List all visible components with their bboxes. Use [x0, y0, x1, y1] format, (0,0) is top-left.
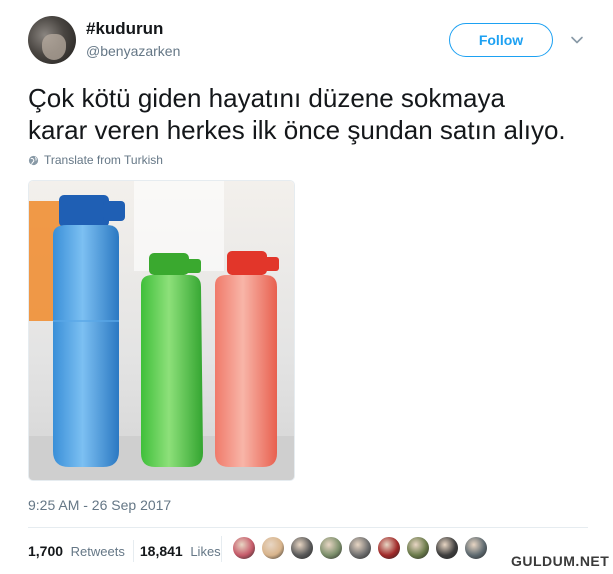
- stat-divider: [132, 540, 134, 562]
- tweet-timestamp[interactable]: 9:25 AM - 26 Sep 2017: [28, 497, 171, 513]
- tweet-text-line-2: karar veren herkes ilk önce şundan satın…: [28, 115, 566, 145]
- tweet-stats: 1,700 Retweets 18,841 Likes: [28, 540, 221, 562]
- likes-stat[interactable]: 18,841 Likes: [140, 543, 221, 559]
- likes-count: 18,841: [139, 543, 183, 559]
- translate-link[interactable]: Translate from Turkish: [28, 153, 163, 167]
- display-name[interactable]: #kudurun: [86, 19, 163, 39]
- tweet-text-line-1: Çok kötü giden hayatını düzene sokmaya: [28, 83, 505, 113]
- liker-avatar[interactable]: [406, 536, 430, 560]
- liker-avatar[interactable]: [348, 536, 372, 560]
- retweets-count: 1,700: [28, 543, 64, 559]
- liker-avatar[interactable]: [319, 536, 343, 560]
- globe-icon: [28, 155, 39, 165]
- screen-name[interactable]: @benyazarken: [86, 43, 180, 59]
- retweets-label: Retweets: [70, 544, 125, 559]
- chevron-down-icon[interactable]: [570, 33, 584, 47]
- avatar[interactable]: [28, 16, 76, 64]
- bottles-image: [29, 181, 294, 480]
- follow-button[interactable]: Follow: [449, 23, 553, 57]
- stat-divider: [221, 536, 222, 562]
- likers-avatars: [232, 536, 493, 560]
- divider: [28, 527, 588, 528]
- liker-avatar[interactable]: [464, 536, 488, 560]
- liker-avatar[interactable]: [377, 536, 401, 560]
- likes-label: Likes: [190, 544, 221, 559]
- liker-avatar[interactable]: [232, 536, 256, 560]
- watermark-logo: GULDUM.NET: [511, 553, 610, 569]
- liker-avatar[interactable]: [290, 536, 314, 560]
- liker-avatar[interactable]: [261, 536, 285, 560]
- liker-avatar[interactable]: [435, 536, 459, 560]
- tweet-text: Çok kötü giden hayatını düzene sokmaya k…: [28, 82, 598, 146]
- tweet-photo[interactable]: [28, 180, 295, 481]
- retweets-stat[interactable]: 1,700 Retweets: [28, 543, 125, 559]
- translate-label: Translate from Turkish: [44, 153, 163, 167]
